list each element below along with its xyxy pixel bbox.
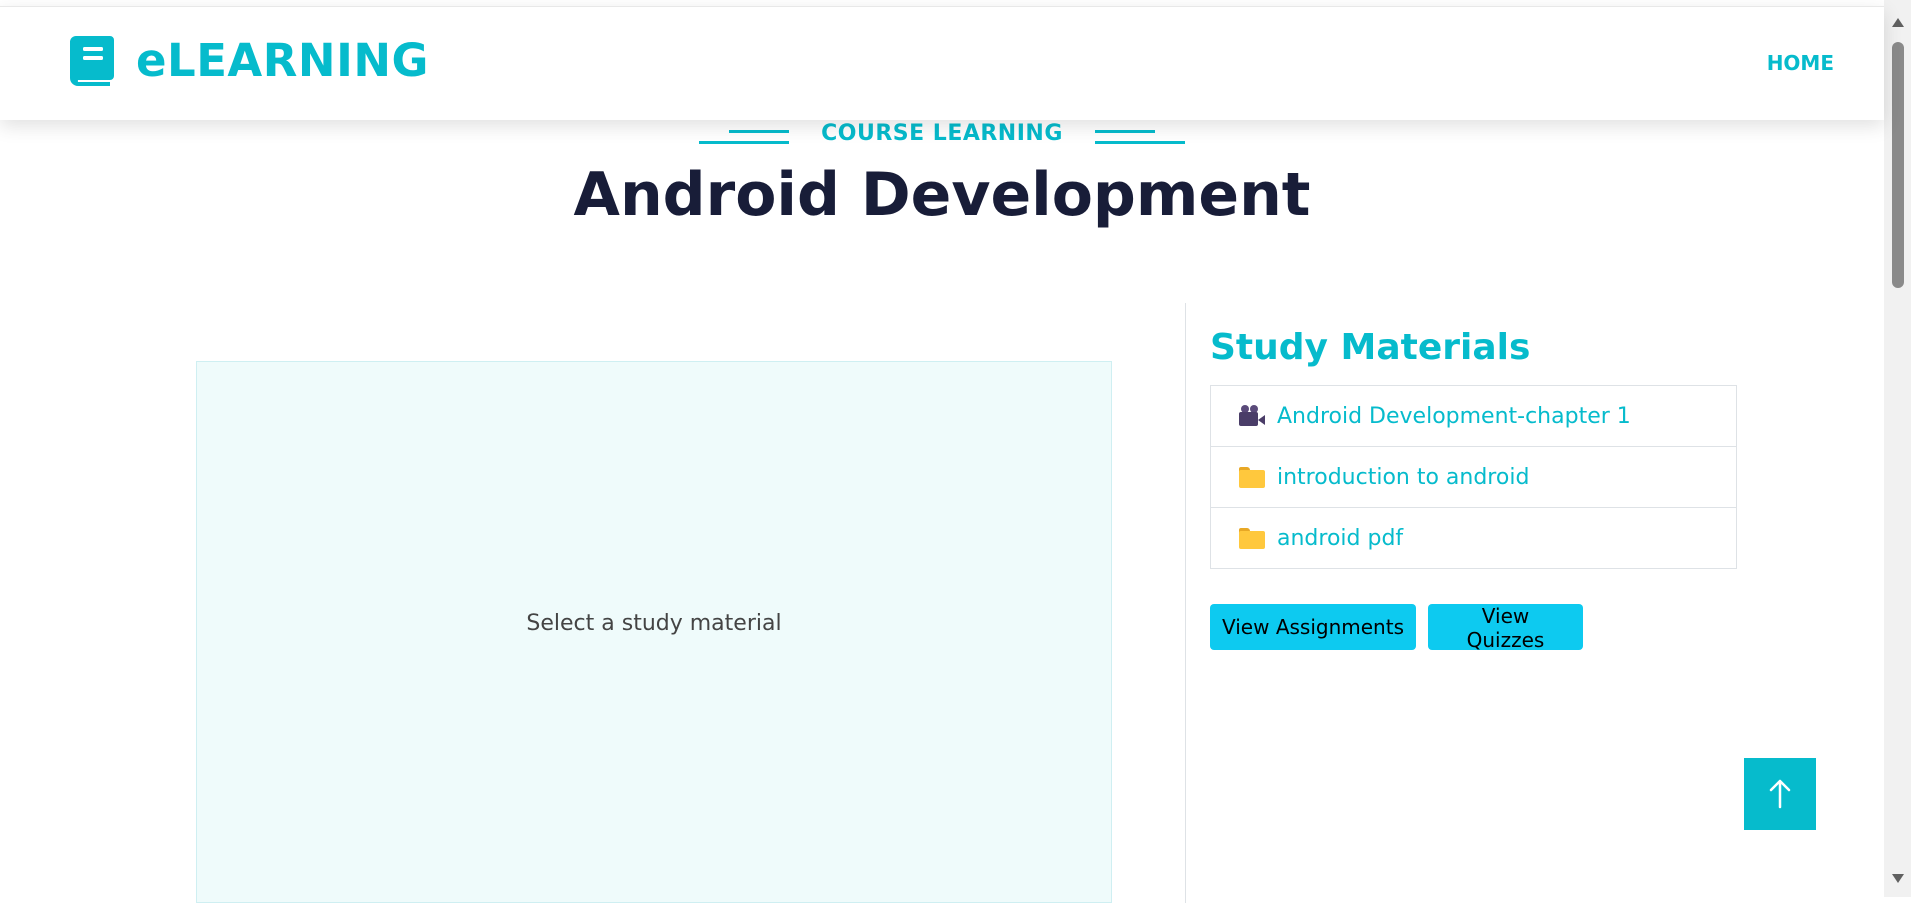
back-to-top-button[interactable] [1744,758,1816,830]
material-viewer: Select a study material [196,361,1112,903]
decorative-lines-left [698,123,789,144]
study-materials-heading: Study Materials [1210,327,1531,368]
scroll-up-arrow-icon[interactable] [1892,18,1904,27]
view-quizzes-button[interactable]: View Quizzes [1428,604,1583,652]
section-tag-text: COURSE LEARNING [821,120,1063,146]
arrow-up-icon [1769,779,1791,809]
column-divider [1185,303,1186,903]
scroll-thumb[interactable] [1892,42,1904,288]
material-item-android-pdf[interactable]: android pdf [1211,508,1736,568]
viewer-placeholder: Select a study material [526,610,782,636]
folder-icon [1239,466,1265,488]
view-assignments-button[interactable]: View Assignments [1210,604,1416,650]
section-tag: COURSE LEARNING [0,120,1884,146]
video-camera-icon [1239,405,1265,427]
page-title: Android Development [573,160,1311,230]
top-navbar: eLEARNING HOME [0,6,1884,120]
decorative-lines-right [1095,123,1186,144]
material-item-introduction[interactable]: introduction to android [1211,447,1736,508]
page-scrollbar[interactable] [1884,0,1911,897]
material-label[interactable]: android pdf [1277,526,1403,551]
scroll-down-arrow-icon[interactable] [1892,874,1904,883]
material-label[interactable]: introduction to android [1277,465,1529,490]
book-icon [70,35,114,86]
material-label[interactable]: Android Development-chapter 1 [1277,404,1631,429]
nav-home-link[interactable]: HOME [1767,51,1834,75]
brand-logo[interactable]: eLEARNING [70,34,429,87]
folder-icon [1239,527,1265,549]
material-item-chapter-1[interactable]: Android Development-chapter 1 [1211,386,1736,447]
brand-name: eLEARNING [136,34,429,87]
study-materials-list: Android Development-chapter 1 introducti… [1210,385,1737,569]
